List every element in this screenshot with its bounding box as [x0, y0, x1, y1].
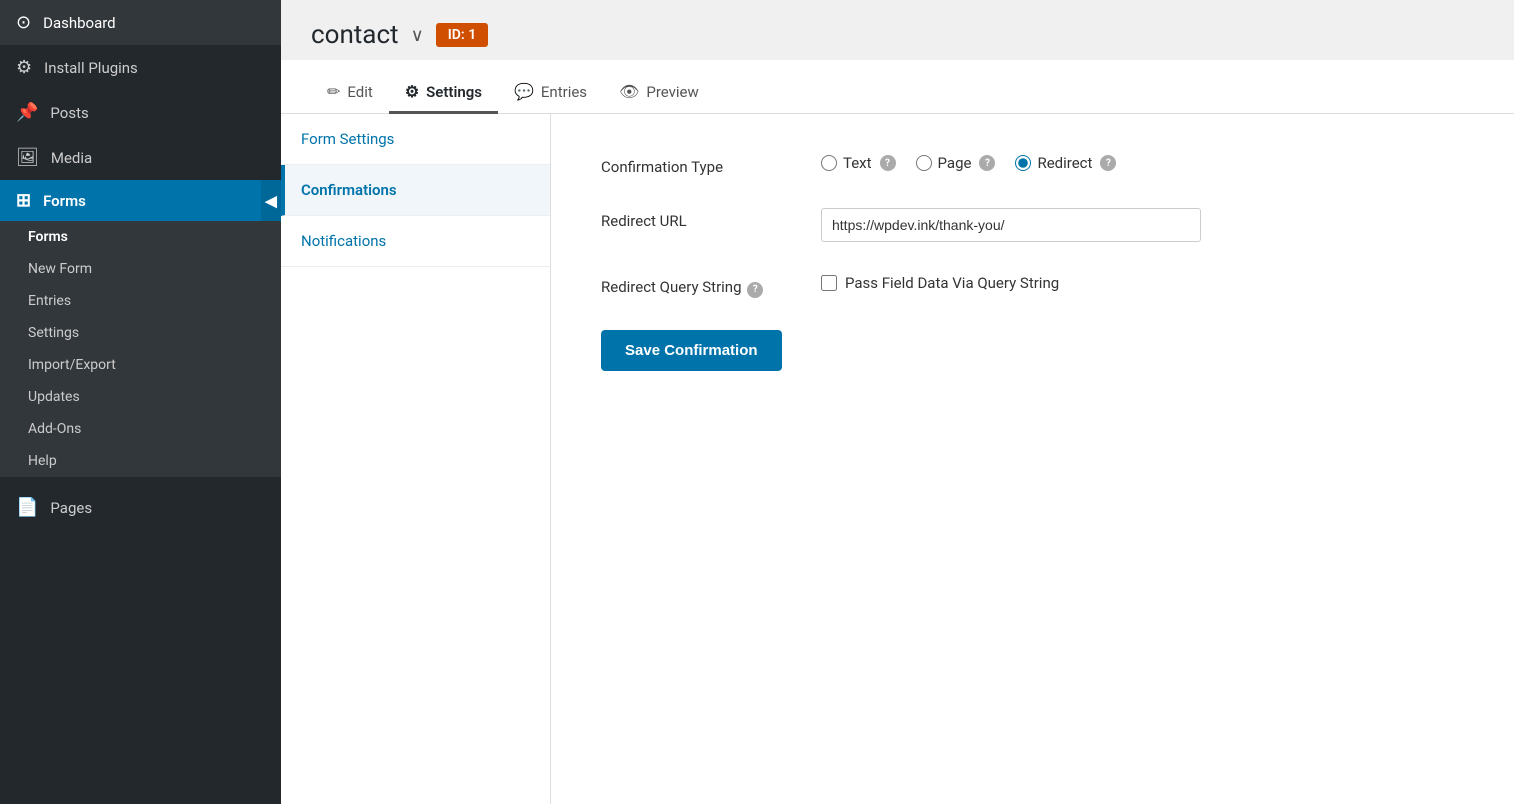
sidebar-item-import-export[interactable]: Import/Export	[0, 349, 281, 381]
pages-icon: 📄	[16, 497, 38, 518]
preview-icon: 👁	[619, 82, 639, 101]
radio-page-input[interactable]	[916, 155, 932, 171]
dashboard-icon: ⊙	[16, 12, 31, 33]
forms-icon: ⊞	[16, 190, 31, 211]
confirmation-type-row: Confirmation Type Text ? Page ? Redir	[601, 154, 1464, 176]
nav-confirmations[interactable]: Confirmations	[281, 165, 550, 216]
text-help-icon[interactable]: ?	[880, 155, 896, 171]
sidebar-item-new-form[interactable]: New Form	[0, 253, 281, 285]
tab-entries[interactable]: 💬 Entries	[498, 72, 603, 114]
query-string-help-icon[interactable]: ?	[747, 282, 763, 298]
save-confirmation-button[interactable]: Save Confirmation	[601, 330, 782, 371]
tab-bar: ✏ Edit ⚙ Settings 💬 Entries 👁 Preview	[281, 60, 1514, 114]
confirmation-type-label: Confirmation Type	[601, 154, 821, 176]
edit-icon: ✏	[327, 82, 340, 101]
gear-icon: ⚙	[16, 57, 32, 78]
nav-form-settings[interactable]: Form Settings	[281, 114, 550, 165]
sidebar-item-posts[interactable]: 📌 Posts	[0, 90, 281, 135]
form-title: contact	[311, 20, 399, 50]
media-icon: 🖼	[16, 147, 39, 168]
forms-sub-menu: Forms New Form Entries Settings Import/E…	[0, 221, 281, 477]
sidebar-item-dashboard[interactable]: ⊙ Dashboard	[0, 0, 281, 45]
sidebar: ⊙ Dashboard ⚙ Install Plugins 📌 Posts 🖼 …	[0, 0, 281, 804]
redirect-query-string-row: Redirect Query String ? Pass Field Data …	[601, 274, 1464, 298]
sidebar-item-media[interactable]: 🖼 Media	[0, 135, 281, 180]
redirect-url-field	[821, 208, 1464, 242]
redirect-url-row: Redirect URL	[601, 208, 1464, 242]
forms-arrow-icon: ◀	[261, 180, 281, 221]
redirect-query-string-label: Redirect Query String ?	[601, 274, 821, 298]
save-button-row: Save Confirmation	[601, 330, 1464, 371]
nav-notifications[interactable]: Notifications	[281, 216, 550, 267]
sidebar-item-forms-list[interactable]: Forms	[0, 221, 281, 253]
sidebar-item-forms[interactable]: ⊞ Forms ◀	[0, 180, 281, 221]
form-id-badge: ID: 1	[436, 23, 488, 47]
confirmation-form-panel: Confirmation Type Text ? Page ? Redir	[551, 114, 1514, 804]
main-content: contact ∨ ID: 1 ✏ Edit ⚙ Settings 💬 Entr…	[281, 0, 1514, 804]
tab-edit[interactable]: ✏ Edit	[311, 72, 389, 114]
redirect-url-input[interactable]	[821, 208, 1201, 242]
sidebar-item-entries[interactable]: Entries	[0, 285, 281, 317]
tab-preview[interactable]: 👁 Preview	[603, 72, 715, 114]
sidebar-item-pages[interactable]: 📄 Pages	[0, 485, 281, 530]
sidebar-item-settings[interactable]: Settings	[0, 317, 281, 349]
sidebar-item-add-ons[interactable]: Add-Ons	[0, 413, 281, 445]
posts-icon: 📌	[16, 102, 38, 123]
radio-redirect-option[interactable]: Redirect ?	[1015, 154, 1116, 172]
pass-field-data-checkbox[interactable]	[821, 275, 837, 291]
sidebar-item-install-plugins[interactable]: ⚙ Install Plugins	[0, 45, 281, 90]
chevron-down-icon[interactable]: ∨	[411, 25, 424, 46]
confirmation-type-options: Text ? Page ? Redirect ?	[821, 154, 1464, 172]
radio-page-option[interactable]: Page ?	[916, 154, 996, 172]
radio-redirect-input[interactable]	[1015, 155, 1031, 171]
sidebar-item-updates[interactable]: Updates	[0, 381, 281, 413]
radio-text-option[interactable]: Text ?	[821, 154, 896, 172]
redirect-url-label: Redirect URL	[601, 208, 821, 230]
entries-icon: 💬	[514, 82, 534, 101]
pass-field-data-checkbox-label[interactable]: Pass Field Data Via Query String	[821, 274, 1059, 292]
tab-settings[interactable]: ⚙ Settings	[389, 72, 498, 114]
content-area: Form Settings Confirmations Notification…	[281, 114, 1514, 804]
settings-nav: Form Settings Confirmations Notification…	[281, 114, 551, 804]
topbar: contact ∨ ID: 1	[281, 0, 1514, 60]
page-help-icon[interactable]: ?	[979, 155, 995, 171]
radio-text-input[interactable]	[821, 155, 837, 171]
redirect-query-string-field: Pass Field Data Via Query String	[821, 274, 1464, 292]
redirect-help-icon[interactable]: ?	[1100, 155, 1116, 171]
sidebar-item-help[interactable]: Help	[0, 445, 281, 477]
settings-gear-icon: ⚙	[405, 82, 419, 101]
